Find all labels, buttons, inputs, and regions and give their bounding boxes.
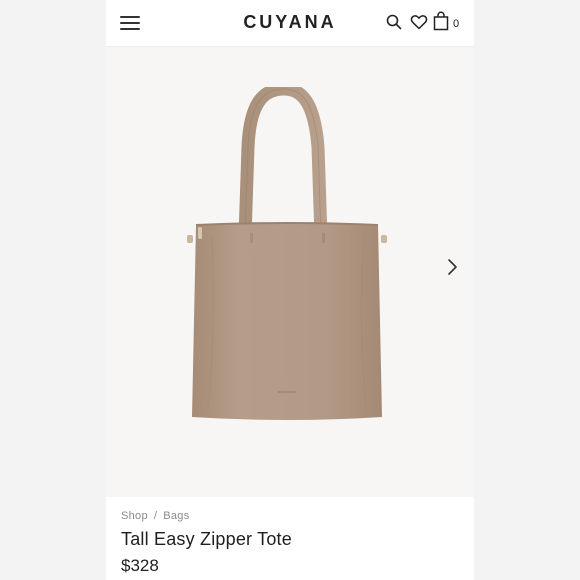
product-info: Shop / Bags Tall Easy Zipper Tote $328 [121, 510, 459, 576]
breadcrumb-bags[interactable]: Bags [163, 510, 189, 522]
search-icon[interactable] [386, 14, 402, 30]
product-title: Tall Easy Zipper Tote [121, 529, 292, 549]
product-image [187, 87, 387, 420]
shopping-bag-icon[interactable] [433, 11, 449, 31]
breadcrumb-separator: / [153, 510, 158, 522]
site-header: CUYANA 0 [106, 0, 474, 47]
heart-icon[interactable] [410, 13, 428, 31]
product-price: $328 [121, 556, 159, 575]
chevron-right-icon[interactable] [446, 257, 460, 277]
app-frame: CUYANA 0 Shop / Bags Tall Easy Zipper To… [106, 0, 474, 580]
product-image-gallery[interactable] [106, 47, 474, 497]
cart-count[interactable]: 0 [453, 18, 459, 30]
breadcrumb-shop[interactable]: Shop [121, 510, 148, 522]
breadcrumb: Shop / Bags [121, 510, 459, 522]
